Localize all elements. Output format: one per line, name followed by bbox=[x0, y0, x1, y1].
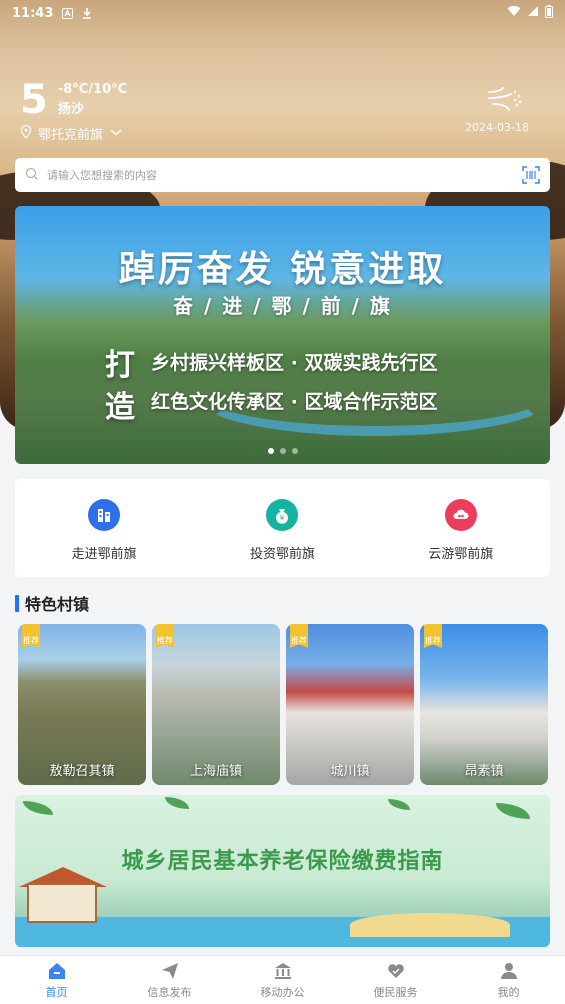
town-card-list: 推荐 敖勒召其镇 推荐 上海庙镇 推荐 城川镇 推荐 昂素镇 bbox=[18, 624, 548, 785]
town-card[interactable]: 推荐 昂素镇 bbox=[420, 624, 548, 785]
tab-label: 信息发布 bbox=[147, 985, 192, 999]
leaf-decoration bbox=[23, 801, 53, 815]
paper-plane-icon bbox=[160, 961, 180, 981]
town-name: 上海庙镇 bbox=[189, 764, 242, 779]
wifi-icon bbox=[507, 5, 521, 21]
carousel-dot[interactable] bbox=[267, 448, 274, 454]
money-bag-icon: ¥ bbox=[266, 499, 299, 531]
tab-mine[interactable]: 我的 bbox=[452, 956, 565, 1004]
pension-guide-banner[interactable]: 城乡居民基本养老保险缴费指南 bbox=[15, 795, 550, 947]
town-card[interactable]: 推荐 敖勒召其镇 bbox=[18, 624, 146, 785]
carousel-dot[interactable] bbox=[291, 448, 298, 454]
quick-links-card: 走进鄂前旗 ¥ 投资鄂前旗 云游鄂前旗 bbox=[15, 479, 550, 577]
carousel-indicator bbox=[15, 448, 550, 454]
quick-link-label: 云游鄂前旗 bbox=[428, 547, 494, 562]
carousel-dot[interactable] bbox=[279, 448, 286, 454]
banner-char-2: 造 bbox=[105, 390, 135, 425]
recommend-badge: 推荐 bbox=[22, 624, 40, 648]
town-name: 昂素镇 bbox=[464, 764, 504, 779]
tab-mobile-office[interactable]: 移动办公 bbox=[226, 956, 339, 1004]
status-bar: 11:43 bbox=[0, 0, 565, 26]
tab-label: 移动办公 bbox=[260, 985, 305, 999]
banner-subtitle: 奋 / 进 / 鄂 / 前 / 旗 bbox=[173, 294, 392, 318]
temperature-range: -8°C/10°C bbox=[57, 82, 128, 97]
building-icon bbox=[88, 499, 121, 531]
scan-icon[interactable] bbox=[522, 166, 540, 184]
search-bar[interactable]: 请输入您想搜索的内容 bbox=[15, 158, 550, 192]
town-name: 敖勒召其镇 bbox=[49, 764, 115, 779]
tab-info-publish[interactable]: 信息发布 bbox=[113, 956, 226, 1004]
banner-char-1: 打 bbox=[105, 348, 135, 383]
section-title-text: 特色村镇 bbox=[25, 595, 90, 614]
leaf-decoration bbox=[165, 797, 189, 809]
recommend-badge: 推荐 bbox=[424, 624, 442, 648]
tab-label: 我的 bbox=[497, 985, 520, 999]
location-name: 鄂托克前旗 bbox=[38, 128, 104, 143]
section-title-bar bbox=[15, 594, 19, 612]
tab-home[interactable]: 首页 bbox=[0, 956, 113, 1004]
quick-link-label: 投资鄂前旗 bbox=[249, 547, 315, 562]
chevron-down-icon bbox=[109, 126, 123, 141]
banner-line-2: 红色文化传承区 · 区域合作示范区 bbox=[151, 391, 438, 413]
section-title: 特色村镇 bbox=[15, 591, 89, 615]
weather-widget: 5 -8°C/10°C 扬沙 bbox=[20, 80, 127, 120]
current-temperature: 5 bbox=[20, 77, 48, 123]
tab-label: 便民服务 bbox=[373, 985, 418, 999]
leaf-decoration bbox=[388, 799, 410, 810]
house-decoration bbox=[27, 883, 97, 923]
quick-link-invest[interactable]: ¥ 投资鄂前旗 bbox=[193, 479, 371, 577]
user-icon bbox=[499, 961, 519, 981]
status-time: 11:43 bbox=[12, 5, 54, 21]
town-name: 城川镇 bbox=[330, 764, 370, 779]
heart-hand-icon bbox=[386, 961, 406, 981]
recommend-badge: 推荐 bbox=[290, 624, 308, 648]
town-card[interactable]: 推荐 城川镇 bbox=[286, 624, 414, 785]
recommend-badge: 推荐 bbox=[156, 624, 174, 648]
quick-link-label: 走进鄂前旗 bbox=[71, 547, 137, 562]
search-input[interactable]: 请输入您想搜索的内容 bbox=[47, 167, 522, 183]
battery-icon bbox=[545, 4, 553, 22]
bottom-tab-bar: 首页 信息发布 移动办公 便民服务 我的 bbox=[0, 955, 565, 1004]
promo-banner[interactable]: 踔厉奋发 锐意进取 奋 / 进 / 鄂 / 前 / 旗 打 造 乡村振兴样板区 … bbox=[15, 206, 550, 464]
tab-label: 首页 bbox=[45, 985, 68, 999]
weather-date: 2024-03-18 bbox=[465, 121, 529, 134]
home-icon bbox=[47, 961, 67, 981]
banner-title: 踔厉奋发 锐意进取 bbox=[118, 249, 447, 290]
bank-icon bbox=[273, 961, 293, 981]
weather-condition: 扬沙 bbox=[57, 102, 84, 117]
tab-convenience[interactable]: 便民服务 bbox=[339, 956, 452, 1004]
town-card[interactable]: 推荐 上海庙镇 bbox=[152, 624, 280, 785]
location-pin-icon bbox=[20, 124, 32, 143]
svg-text:¥: ¥ bbox=[280, 514, 285, 522]
cloud-icon bbox=[444, 499, 477, 531]
location-selector[interactable]: 鄂托克前旗 bbox=[20, 124, 123, 143]
download-icon bbox=[81, 7, 93, 19]
banner-line-1: 乡村振兴样板区 · 双碳实践先行区 bbox=[151, 352, 438, 374]
leaf-decoration bbox=[496, 803, 530, 819]
path-decoration bbox=[350, 913, 510, 937]
signal-icon bbox=[527, 5, 539, 21]
notification-a-icon bbox=[61, 7, 73, 19]
wind-sand-icon bbox=[487, 86, 523, 112]
quick-link-cloud-tour[interactable]: 云游鄂前旗 bbox=[372, 479, 550, 577]
quick-link-walk-in[interactable]: 走进鄂前旗 bbox=[15, 479, 193, 577]
search-icon bbox=[25, 166, 39, 185]
